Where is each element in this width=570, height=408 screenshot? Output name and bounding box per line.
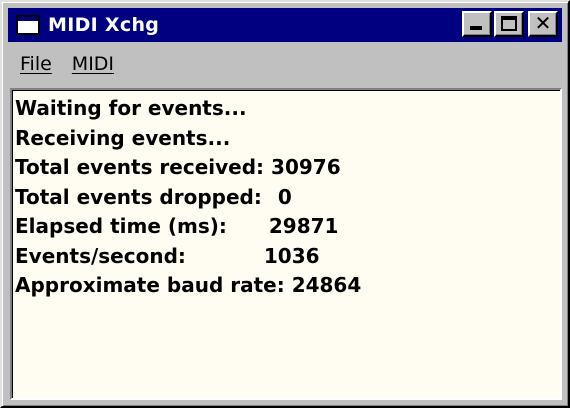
total-received-value: 30976 (271, 155, 341, 179)
maximize-icon (501, 16, 517, 31)
minimize-icon (470, 26, 482, 30)
elapsed-value: 29871 (268, 214, 339, 238)
total-dropped-value: 0 (277, 184, 292, 209)
maximize-button[interactable] (494, 11, 524, 37)
events-per-second-row: Events/second: 1036 (15, 242, 560, 272)
waiting-text: Waiting for events... (15, 96, 247, 120)
baud-label: Approximate baud rate: (15, 273, 285, 297)
status-receiving: Receiving events... (15, 124, 560, 154)
close-button[interactable]: ✕ (528, 11, 558, 37)
event-log-panel: Waiting for events... Receiving events..… (10, 88, 562, 400)
close-icon: ✕ (534, 11, 552, 35)
status-waiting: Waiting for events... (15, 94, 560, 124)
app-icon[interactable] (16, 15, 40, 35)
menu-bar: File MIDI (8, 48, 562, 80)
total-dropped-row: Total events dropped: 0 (15, 183, 560, 213)
minimize-button[interactable] (462, 11, 492, 37)
total-dropped-label: Total events dropped: (15, 184, 262, 209)
total-received-row: Total events received: 30976 (15, 153, 560, 183)
menu-file[interactable]: File (12, 53, 60, 75)
midi-xchg-window: MIDI Xchg ✕ File MIDI Waiting for events… (0, 0, 570, 408)
menu-midi[interactable]: MIDI (64, 53, 122, 75)
baud-row: Approximate baud rate: 24864 (15, 271, 560, 301)
events-per-second-value: 1036 (263, 243, 320, 268)
title-bar[interactable]: MIDI Xchg ✕ (8, 8, 562, 42)
window-title: MIDI Xchg (48, 14, 160, 36)
receiving-text: Receiving events... (15, 125, 231, 150)
baud-value: 24864 (291, 273, 362, 297)
elapsed-row: Elapsed time (ms): 29871 (15, 212, 560, 242)
elapsed-label: Elapsed time (ms): (15, 214, 227, 238)
events-per-second-label: Events/second: (15, 243, 186, 268)
title-buttons: ✕ (462, 11, 558, 37)
total-received-label: Total events received: (15, 155, 265, 179)
